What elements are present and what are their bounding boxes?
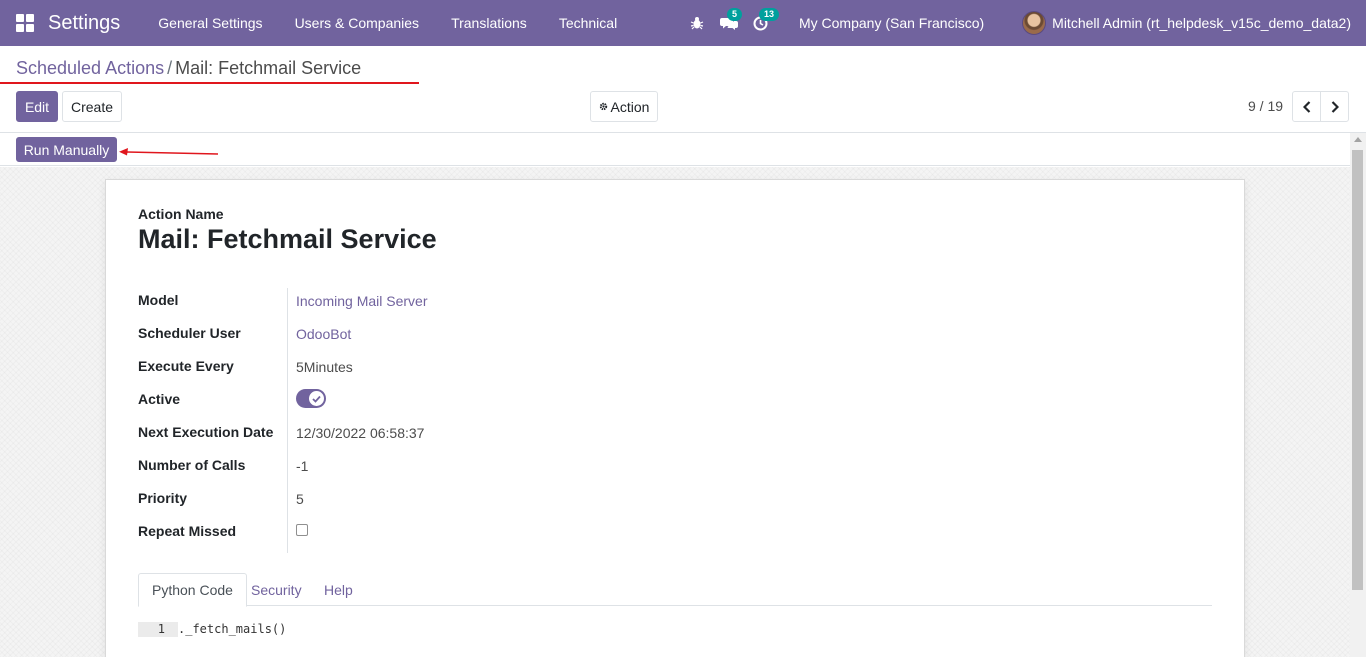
apps-menu-icon[interactable] — [16, 14, 34, 32]
annotation-underline — [0, 82, 419, 84]
vertical-scrollbar[interactable] — [1350, 133, 1366, 657]
breadcrumb: Scheduled Actions / Mail: Fetchmail Servic… — [16, 58, 361, 79]
chevron-right-icon — [1331, 100, 1339, 113]
next-execution-date-label: Next Execution Date — [138, 424, 274, 440]
menu-translations[interactable]: Translations — [435, 15, 543, 31]
field-repeat-missed: Repeat Missed — [138, 522, 638, 555]
field-next-execution-date: Next Execution Date 12/30/2022 06:58:37 — [138, 423, 638, 456]
run-manually-button[interactable]: Run Manually — [16, 137, 117, 162]
code-text[interactable]: ._fetch_mails() — [178, 622, 286, 637]
company-switcher[interactable]: My Company (San Francisco) — [799, 15, 984, 31]
gear-icon — [599, 102, 607, 111]
field-number-of-calls: Number of Calls -1 — [138, 456, 638, 489]
model-label: Model — [138, 292, 179, 308]
user-name: Mitchell Admin (rt_helpdesk_v15c_demo_da… — [1052, 15, 1351, 31]
action-name-label: Action Name — [138, 206, 224, 222]
execute-every-label: Execute Every — [138, 358, 234, 374]
top-navbar: Settings General Settings Users & Compan… — [0, 0, 1366, 46]
activities-count-badge: 13 — [758, 7, 779, 21]
check-icon — [312, 395, 321, 403]
form-sheet: Action Name Mail: Fetchmail Service Mode… — [105, 179, 1245, 657]
user-menu[interactable]: Mitchell Admin (rt_helpdesk_v15c_demo_da… — [1022, 11, 1351, 35]
next-execution-date-value: 12/30/2022 06:58:37 — [296, 425, 425, 441]
action-label: Action — [610, 98, 650, 115]
menu-users-companies[interactable]: Users & Companies — [279, 15, 436, 31]
edit-button[interactable]: Edit — [16, 91, 58, 122]
menu-general-settings[interactable]: General Settings — [142, 15, 278, 31]
notebook-tabs: Python Code Security Help — [138, 573, 1212, 607]
activities-clock-icon[interactable]: 13 — [745, 7, 779, 31]
breadcrumb-scheduled-actions[interactable]: Scheduled Actions — [16, 58, 164, 78]
code-editor[interactable]: 1 ._fetch_mails() — [138, 622, 286, 637]
tab-python-code[interactable]: Python Code — [138, 573, 247, 607]
annotation-arrow — [119, 148, 219, 156]
breadcrumb-current: Mail: Fetchmail Service — [175, 58, 362, 78]
messages-count-badge: 5 — [726, 7, 742, 21]
pager-next-button[interactable] — [1320, 91, 1349, 122]
field-priority: Priority 5 — [138, 489, 638, 522]
record-title[interactable]: Mail: Fetchmail Service — [138, 224, 437, 255]
priority-value: 5 — [296, 491, 304, 507]
field-active: Active — [138, 389, 638, 423]
pager-value[interactable]: 9 / 19 — [1248, 98, 1283, 114]
scheduler-user-label: Scheduler User — [138, 325, 241, 341]
model-link[interactable]: Incoming Mail Server — [296, 292, 428, 310]
tab-help[interactable]: Help — [311, 573, 366, 606]
field-model: Model Incoming Mail Server — [138, 291, 638, 324]
debug-bug-icon[interactable] — [681, 16, 713, 30]
priority-label: Priority — [138, 490, 188, 506]
active-toggle[interactable] — [296, 389, 326, 408]
chevron-left-icon — [1302, 100, 1310, 113]
line-number: 1 — [138, 622, 178, 637]
user-avatar — [1022, 11, 1047, 35]
repeat-missed-label: Repeat Missed — [138, 523, 237, 539]
number-of-calls-label: Number of Calls — [138, 457, 246, 473]
repeat-missed-checkbox[interactable] — [296, 524, 308, 536]
messages-chat-icon[interactable]: 5 — [713, 7, 745, 31]
active-label: Active — [138, 391, 181, 407]
action-dropdown-button[interactable]: Action — [590, 91, 658, 122]
app-name[interactable]: Settings — [48, 12, 120, 35]
pager-previous-button[interactable] — [1292, 91, 1321, 122]
execute-every-value: 5Minutes — [296, 359, 353, 375]
create-button[interactable]: Create — [62, 91, 122, 122]
navbar-systray: 5 13 My Company (San Francisco) Mitchell… — [681, 0, 1366, 46]
menu-technical[interactable]: Technical — [543, 15, 633, 31]
tab-security[interactable]: Security — [238, 573, 315, 606]
scheduler-user-link[interactable]: OdooBot — [296, 325, 351, 343]
field-execute-every: Execute Every 5Minutes — [138, 357, 638, 390]
number-of-calls-value: -1 — [296, 458, 309, 474]
field-scheduler-user: Scheduler User OdooBot — [138, 324, 638, 357]
breadcrumb-separator: / — [167, 58, 173, 78]
